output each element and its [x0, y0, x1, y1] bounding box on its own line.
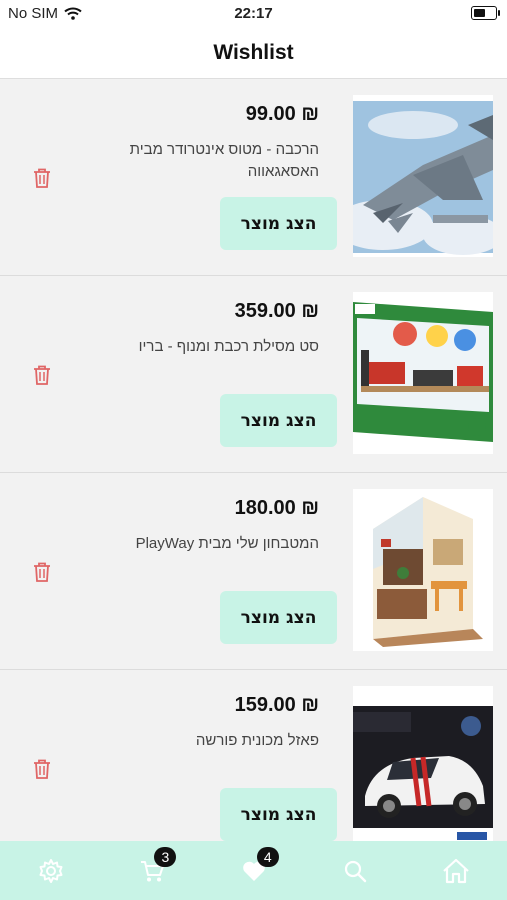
status-bar: No SIM 22:17: [0, 0, 507, 28]
search-icon: [344, 860, 367, 882]
wishlist-badge: 4: [256, 847, 279, 867]
wishlist-list[interactable]: ₪ 99.00 הרכבה - מטוס אינטרודר מבית האסאג…: [0, 79, 507, 841]
cart-badge: 3: [154, 847, 177, 867]
tab-settings[interactable]: [0, 841, 101, 900]
product-title: פאזל מכונית פורשה: [195, 732, 319, 749]
product-price: ₪ 180.00: [234, 497, 319, 519]
wishlist-item: ₪ 159.00 פאזל מכונית פורשה הצג מוצר: [0, 670, 507, 841]
tab-wishlist[interactable]: 4: [203, 841, 304, 900]
view-product-button[interactable]: הצג מוצר: [220, 394, 337, 447]
wishlist-item: ₪ 99.00 הרכבה - מטוס אינטרודר מבית האסאג…: [0, 79, 507, 276]
product-title: הרכבה - מטוס אינטרודר מבית האסאגאווה: [129, 141, 319, 180]
status-time: 22:17: [234, 5, 273, 22]
gear-icon: [39, 858, 63, 883]
product-price: ₪ 359.00: [234, 300, 319, 322]
trash-icon[interactable]: [32, 758, 52, 780]
tab-search[interactable]: [304, 841, 405, 900]
tab-cart[interactable]: 3: [101, 841, 202, 900]
wishlist-item: ₪ 359.00 סט מסילת רכבת ומנוף - בריו הצג …: [0, 276, 507, 473]
trash-icon[interactable]: [32, 364, 52, 386]
product-title: סט מסילת רכבת ומנוף - בריו: [138, 338, 319, 355]
product-image-fighter-jet[interactable]: [353, 95, 493, 257]
trash-icon[interactable]: [32, 561, 52, 583]
product-price: ₪ 159.00: [234, 694, 319, 716]
home-icon: [443, 858, 470, 883]
view-product-button[interactable]: הצג מוצר: [220, 197, 337, 250]
page-header: Wishlist: [0, 28, 507, 79]
tab-home[interactable]: [406, 841, 507, 900]
product-price: ₪ 99.00: [245, 103, 319, 125]
trash-icon[interactable]: [32, 167, 52, 189]
view-product-button[interactable]: הצג מוצר: [220, 591, 337, 644]
view-product-button[interactable]: הצג מוצר: [220, 788, 337, 841]
product-image-train-set[interactable]: [353, 292, 493, 454]
product-image-porsche-puzzle[interactable]: [353, 686, 493, 841]
battery-level: [474, 9, 485, 17]
battery-icon: [471, 6, 500, 20]
product-title: המטבחון שלי מבית PlayWay: [135, 535, 319, 552]
wishlist-item: ₪ 180.00 המטבחון שלי מבית PlayWay הצג מו…: [0, 473, 507, 670]
bottom-tab-bar: 3 4: [0, 841, 507, 900]
product-image-miniature-kitchen[interactable]: [353, 489, 493, 651]
page-title: Wishlist: [213, 41, 294, 64]
